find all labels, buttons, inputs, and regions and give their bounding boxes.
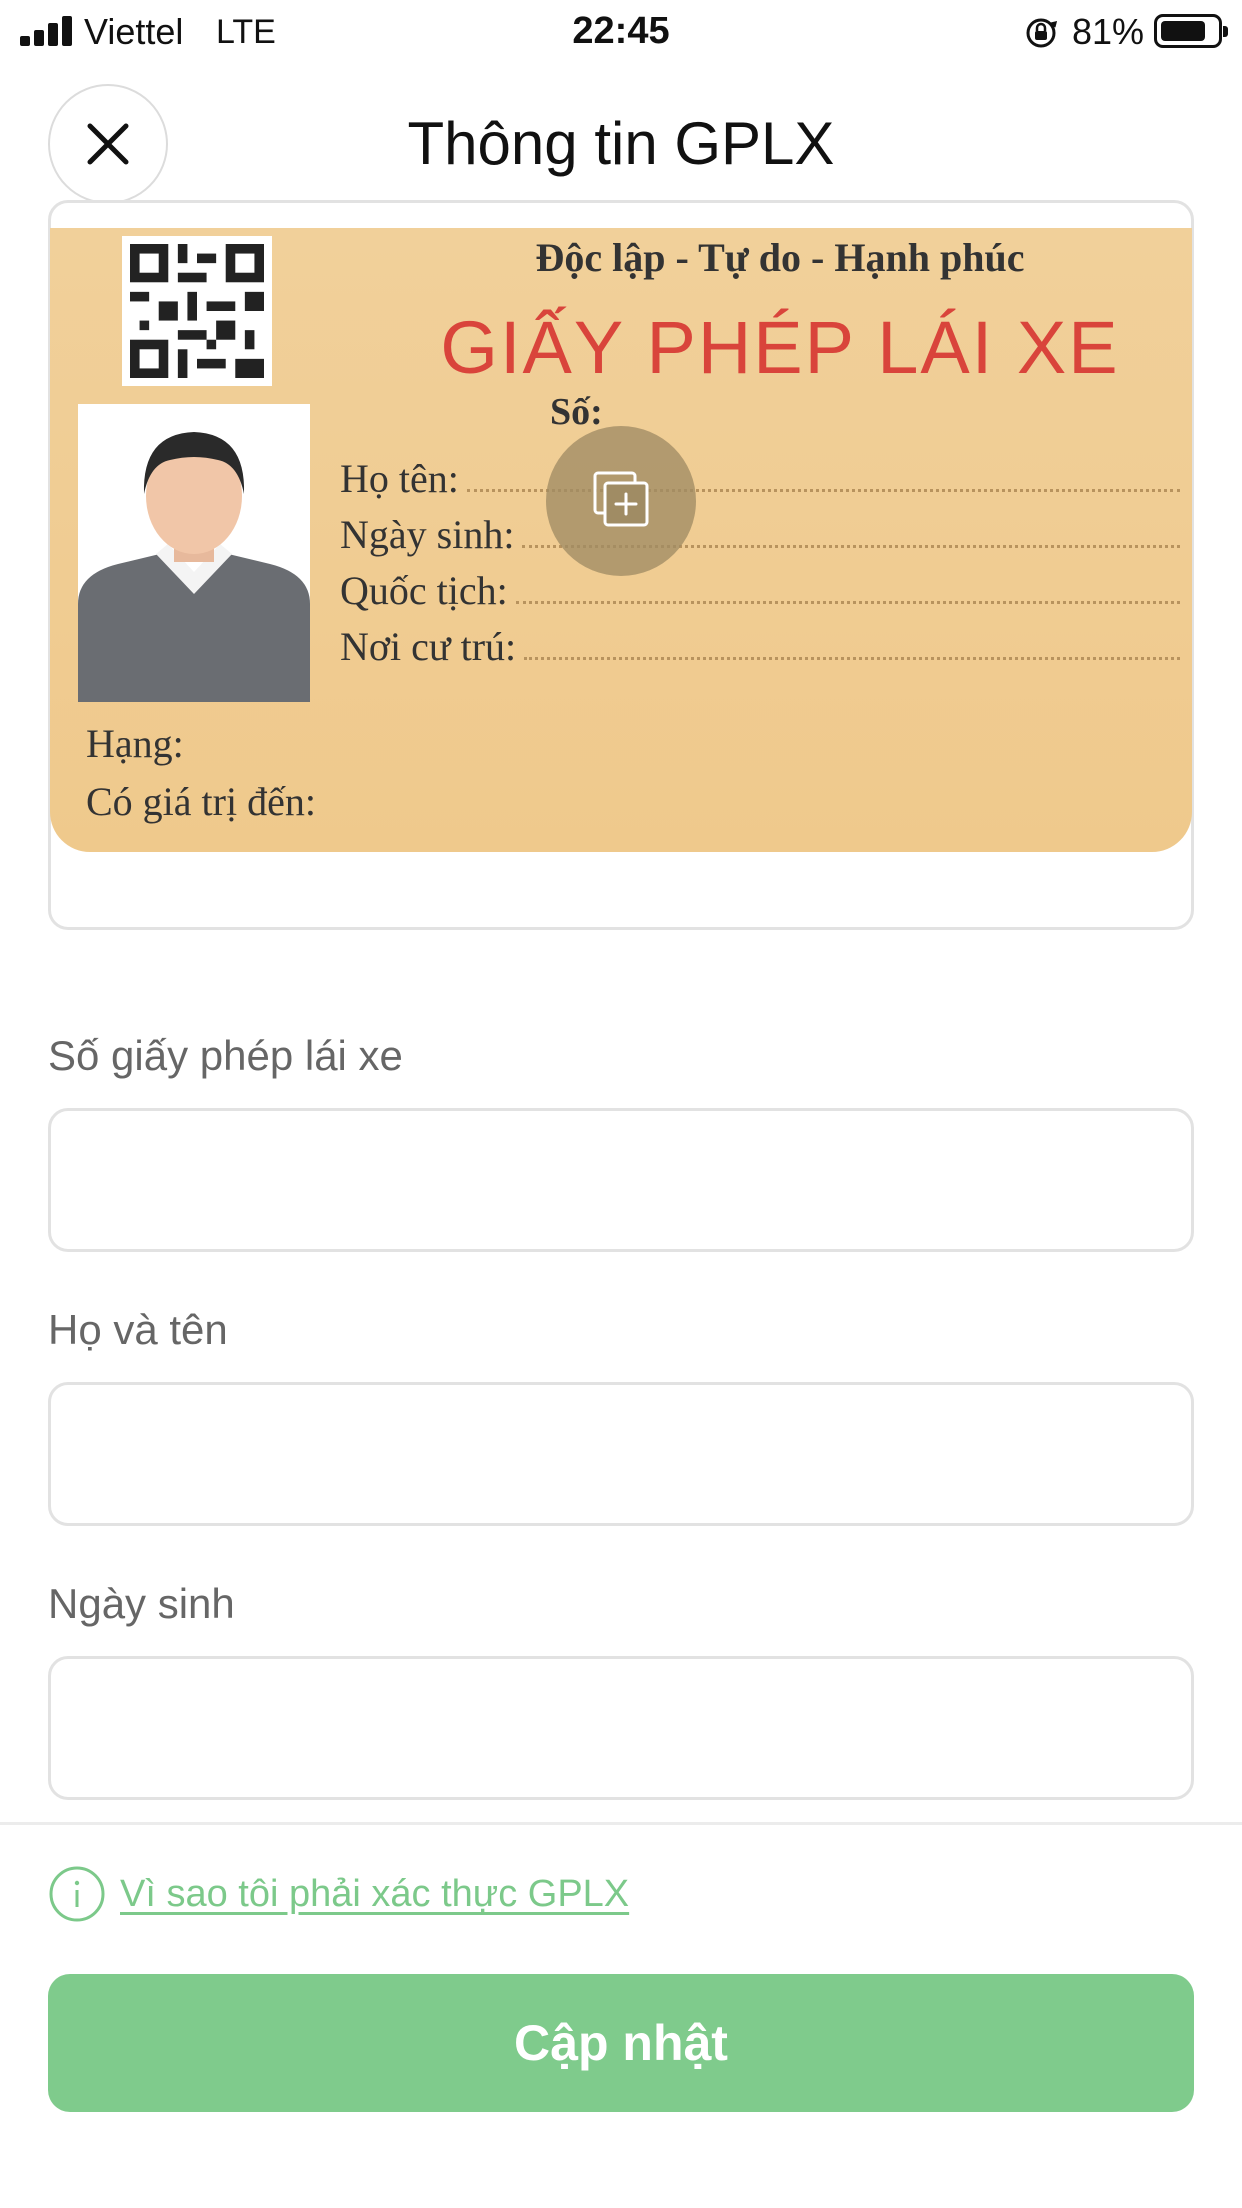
license-number-label: Số giấy phép lái xe xyxy=(48,1032,403,1079)
birth-date-input[interactable] xyxy=(48,1656,1194,1800)
full-name-input[interactable] xyxy=(48,1382,1194,1526)
card-field-birthdate: Ngày sinh: xyxy=(340,502,1180,558)
battery-percent: 81% xyxy=(1072,11,1145,52)
card-motto: Độc lập - Tự do - Hạnh phúc xyxy=(535,235,1025,280)
battery-icon xyxy=(1154,14,1228,48)
status-bar: Viettel LTE 22:45 81% xyxy=(0,0,1242,64)
card-title: GIẤY PHÉP LÁI XE xyxy=(440,306,1120,389)
card-expiry-label: Có giá trị đến: xyxy=(86,779,316,824)
why-verify-row[interactable]: Vì sao tôi phải xác thực GPLX xyxy=(48,1864,629,1924)
full-name-label: Họ và tên xyxy=(48,1306,228,1353)
update-button[interactable]: Cập nhật xyxy=(48,1974,1194,2112)
card-field-name: Họ tên: xyxy=(340,446,1180,502)
card-class-label: Hạng: xyxy=(86,721,184,766)
license-number-input[interactable] xyxy=(48,1108,1194,1252)
card-field-residence: Nơi cư trú: xyxy=(340,614,1180,670)
add-photo-icon xyxy=(593,471,649,527)
add-photo-button[interactable] xyxy=(546,426,696,576)
card-fields: Họ tên: Ngày sinh: Quốc tịch: Nơi cư trú… xyxy=(340,446,1180,670)
rotation-lock-icon xyxy=(1026,18,1058,48)
page-title: Thông tin GPLX xyxy=(407,110,835,177)
info-icon xyxy=(49,1866,105,1922)
card-number-label: Số: xyxy=(550,391,603,433)
birth-date-label: Ngày sinh xyxy=(48,1580,235,1627)
card-field-nationality: Quốc tịch: xyxy=(340,558,1180,614)
qr-code xyxy=(122,236,272,386)
portrait-photo xyxy=(78,404,310,702)
why-verify-link[interactable]: Vì sao tôi phải xác thực GPLX xyxy=(120,1873,629,1916)
